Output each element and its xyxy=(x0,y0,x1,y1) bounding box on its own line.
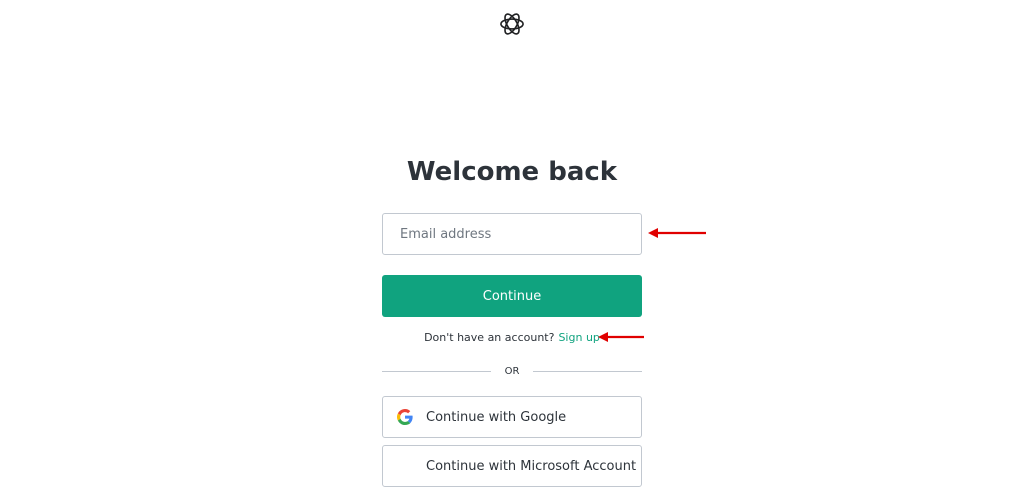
continue-with-microsoft-button[interactable]: Continue with Microsoft Account xyxy=(382,445,642,487)
continue-button[interactable]: Continue xyxy=(382,275,642,317)
continue-with-google-button[interactable]: Continue with Google xyxy=(382,396,642,438)
google-g-icon xyxy=(397,409,413,425)
signup-prompt-text: Don't have an account? xyxy=(424,331,555,344)
or-divider: OR xyxy=(382,362,643,380)
email-input[interactable] xyxy=(383,214,641,254)
openai-logo-icon xyxy=(500,13,524,35)
google-button-label: Continue with Google xyxy=(426,409,567,425)
red-arrow-icon xyxy=(598,332,644,342)
red-arrow-icon xyxy=(648,228,706,238)
divider-line xyxy=(382,370,491,372)
divider-line xyxy=(533,370,643,372)
divider-text: OR xyxy=(504,365,520,377)
email-field[interactable] xyxy=(382,213,642,255)
microsoft-button-label: Continue with Microsoft Account xyxy=(426,458,637,474)
signup-link[interactable]: Sign up xyxy=(558,331,599,344)
microsoft-logo-icon xyxy=(397,458,413,474)
login-page: Welcome back Continue Don't have an acco… xyxy=(0,0,1024,488)
page-title: Welcome back xyxy=(406,157,618,187)
